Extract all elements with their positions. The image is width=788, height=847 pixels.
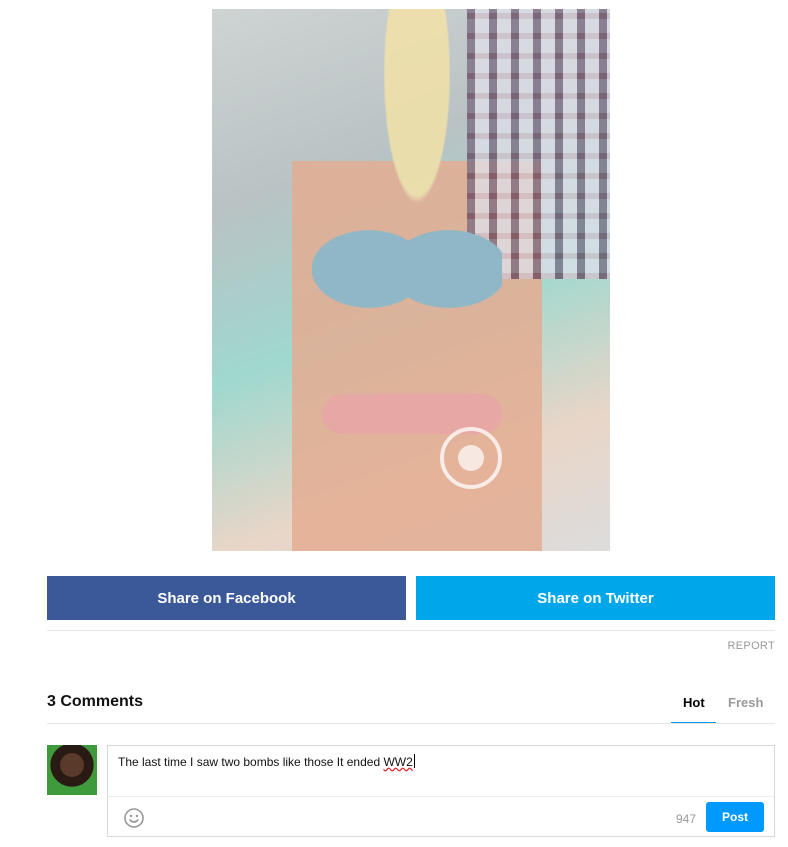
share-twitter-button[interactable]: Share on Twitter [416, 576, 775, 620]
tab-fresh[interactable]: Fresh [728, 695, 763, 710]
share-divider [47, 630, 775, 631]
comment-input-field[interactable]: The last time I saw two bombs like those… [118, 754, 415, 769]
media-swimsuit-top [312, 179, 502, 329]
comment-input-box[interactable]: The last time I saw two bombs like those… [107, 745, 775, 837]
text-caret [413, 754, 415, 768]
comments-divider [47, 723, 775, 724]
post-media-image[interactable] [212, 9, 610, 551]
comment-draft-misspelled-word: WW2 [383, 755, 413, 769]
cbs-eye-icon [440, 427, 502, 489]
comment-draft-text: The last time I saw two bombs like those… [118, 755, 384, 769]
comments-count-heading: 3 Comments [47, 693, 144, 710]
report-link[interactable]: REPORT [728, 640, 775, 652]
share-facebook-button[interactable]: Share on Facebook [47, 576, 406, 620]
cbs-eye-pupil [458, 445, 484, 471]
tab-hot[interactable]: Hot [683, 695, 705, 710]
smiley-icon[interactable] [123, 807, 145, 829]
remaining-char-count: 947 [675, 812, 696, 826]
post-comment-button[interactable]: Post [706, 802, 764, 832]
avatar [47, 745, 97, 795]
comment-footer: 947 Post [108, 796, 774, 837]
